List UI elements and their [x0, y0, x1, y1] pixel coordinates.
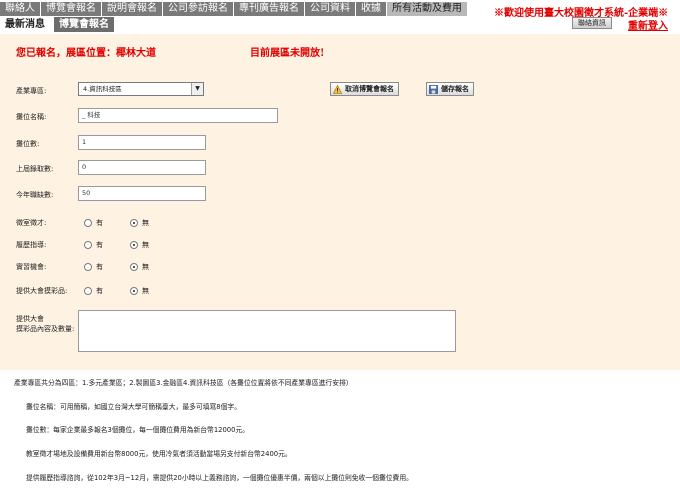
openings-input[interactable]: 50 [78, 186, 206, 201]
openings-label: 今年職缺數: [16, 191, 54, 199]
note-resume-coaching: 提供履歷指導諮詢，從102年3月~12月，需提供20小時以上義務諮詢，一個攤位優… [26, 474, 413, 482]
radio-label-no: 無 [142, 287, 149, 295]
menu-item-ad-registration[interactable]: 專刊廣告報名 [234, 2, 305, 16]
radio-label-yes: 有 [96, 287, 103, 295]
relogin-link[interactable]: 重新登入 [628, 17, 668, 32]
classroom-recruit-label: 徵室徵才: [16, 219, 47, 227]
internship-label: 實習機會: [16, 263, 47, 271]
save-registration-label: 儲存報名 [441, 85, 469, 93]
cancel-expo-registration-label: 取消博覽會報名 [345, 85, 394, 93]
booth-name-label: 攤位名稱: [16, 113, 47, 121]
last-year-hires-input[interactable]: 0 [78, 160, 206, 175]
industry-label: 產業專區: [16, 87, 47, 95]
sub-tabs: 最新消息 博覽會報名 [0, 17, 114, 32]
note-classroom-fee: 教室徵才場地及設備費用新台幣8000元，使用冷氣者須活動當場另支付新台幣2400… [26, 450, 292, 458]
booth-count-input[interactable]: 1 [78, 135, 206, 150]
radio-label-yes: 有 [96, 241, 103, 249]
booth-name-input[interactable]: _ 科技 [78, 108, 278, 123]
registration-form: 您已報名，展區位置：椰林大道 目前展區未開放! 產業專區: 4.資訊科技區 ▼ … [0, 34, 680, 370]
classroom-recruit-no[interactable]: 無 [130, 218, 149, 228]
radio-button-icon [84, 287, 92, 295]
menu-item-seminar-registration[interactable]: 說明會報名 [102, 2, 163, 16]
booth-count-label: 攤位數: [16, 140, 40, 148]
menu-item-company-profile[interactable]: 公司資料 [305, 2, 356, 16]
industry-selected-value: 4.資訊科技區 [83, 85, 122, 93]
internship-yes[interactable]: 有 [84, 262, 103, 272]
classroom-recruit-yes[interactable]: 有 [84, 218, 103, 228]
note-booth-name: 攤位名稱：可用簡稱，如國立台灣大學可簡稱臺大，最多可填寫8個字。 [26, 403, 242, 411]
note-industry-zones: 產業專區共分為四區：1.多元產業區；2.製圖區3.金融區4.資訊科技區（各攤位位… [14, 379, 353, 387]
resume-coaching-yes[interactable]: 有 [84, 240, 103, 250]
industry-select[interactable]: 4.資訊科技區 ▼ [78, 82, 204, 96]
radio-button-icon [130, 241, 138, 249]
save-icon [429, 84, 438, 94]
main-menu: 聯絡人 博覽會報名 說明會報名 公司參訪報名 專刊廣告報名 公司資料 收據 所有… [0, 2, 468, 16]
menu-item-company-visit[interactable]: 公司參訪報名 [163, 2, 234, 16]
top-bar: 聯絡人 博覽會報名 說明會報名 公司參訪報名 專刊廣告報名 公司資料 收據 所有… [0, 0, 680, 34]
radio-label-no: 無 [142, 263, 149, 271]
radio-label-yes: 有 [96, 263, 103, 271]
radio-label-no: 無 [142, 241, 149, 249]
menu-item-all-events-fees[interactable]: 所有活動及費用 [387, 2, 468, 16]
radio-button-icon [130, 219, 138, 227]
resume-coaching-label: 履歷指導: [16, 241, 47, 249]
chevron-down-icon: ▼ [191, 83, 203, 95]
menu-item-contacts[interactable]: 聯絡人 [0, 2, 41, 16]
radio-button-icon [130, 287, 138, 295]
lottery-prize-yes[interactable]: 有 [84, 286, 103, 296]
lottery-prize-no[interactable]: 無 [130, 286, 149, 296]
registered-location-message: 您已報名，展區位置：椰林大道 [16, 48, 156, 59]
radio-button-icon [84, 263, 92, 271]
radio-button-icon [130, 263, 138, 271]
warning-icon [333, 84, 342, 94]
prize-content-label-line1: 提供大會 [16, 315, 44, 323]
lottery-prize-label: 提供大會摸彩品: [16, 287, 68, 295]
note-booth-count: 攤位數：每家企業最多報名3個攤位，每一個攤位費用為新台幣12000元。 [26, 426, 250, 434]
menu-item-receipts[interactable]: 收據 [356, 2, 387, 16]
tab-expo-registration[interactable]: 博覽會報名 [54, 17, 114, 32]
radio-button-icon [84, 241, 92, 249]
prize-content-textarea[interactable] [78, 310, 456, 352]
booth-closed-message: 目前展區未開放! [250, 48, 325, 59]
notes-section: 產業專區共分為四區：1.多元產業區；2.製圖區3.金融區4.資訊科技區（各攤位位… [0, 370, 680, 500]
last-year-hires-label: 上屆錄取數: [16, 165, 54, 173]
save-registration-button[interactable]: 儲存報名 [426, 82, 474, 96]
cancel-expo-registration-button[interactable]: 取消博覽會報名 [330, 82, 399, 96]
radio-label-yes: 有 [96, 219, 103, 227]
prize-content-label-line2: 摸彩品內容及數量: [16, 325, 75, 333]
internship-no[interactable]: 無 [130, 262, 149, 272]
radio-button-icon [84, 219, 92, 227]
tab-latest-news[interactable]: 最新消息 [0, 17, 50, 32]
resume-coaching-no[interactable]: 無 [130, 240, 149, 250]
radio-label-no: 無 [142, 219, 149, 227]
menu-item-expo-registration[interactable]: 博覽會報名 [41, 2, 102, 16]
contact-info-button[interactable]: 聯絡資訊 [572, 17, 612, 29]
